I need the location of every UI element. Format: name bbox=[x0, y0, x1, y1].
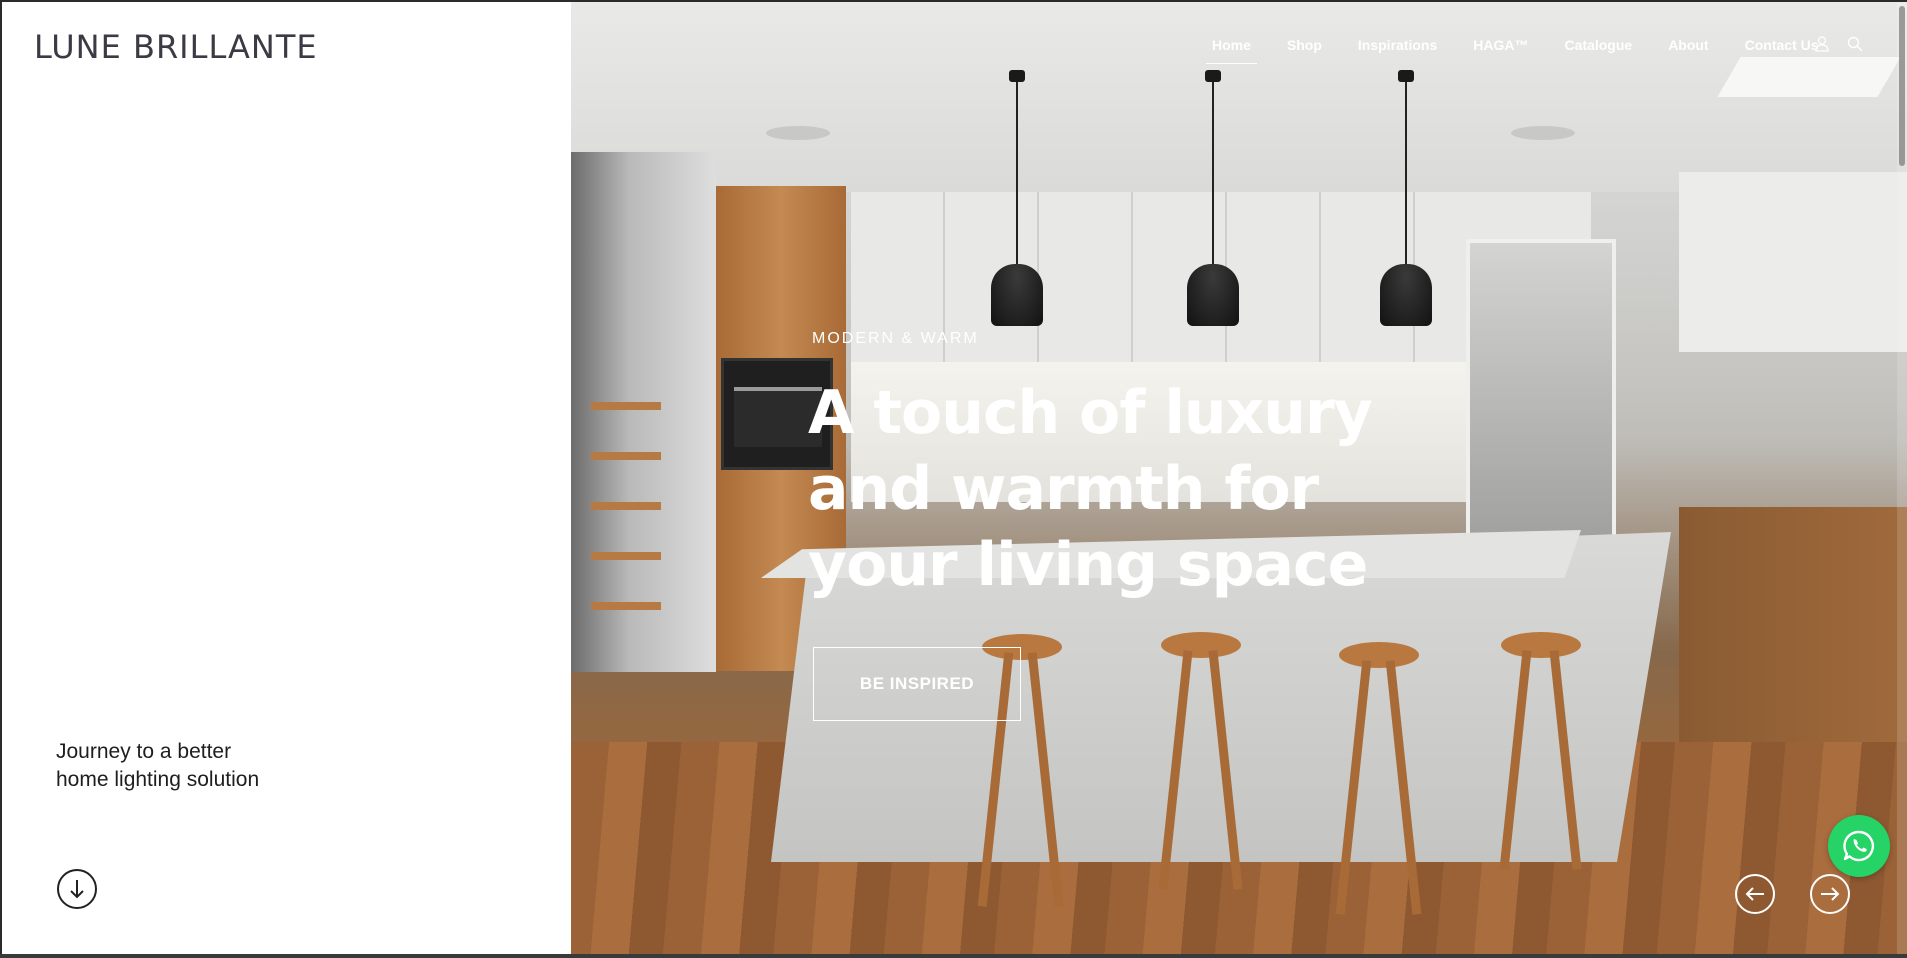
arrow-down-icon bbox=[70, 880, 84, 899]
whatsapp-chat-button[interactable] bbox=[1828, 815, 1890, 877]
pendant-cap bbox=[1398, 70, 1414, 82]
scrollbar-thumb[interactable] bbox=[1899, 6, 1905, 166]
main-nav: Home Shop Inspirations HAGA™ Catalogue A… bbox=[1194, 36, 1837, 64]
arrow-right-icon bbox=[1821, 887, 1840, 901]
arrow-left-icon bbox=[1745, 887, 1764, 901]
pendant-light bbox=[991, 264, 1043, 326]
hero-stair bbox=[591, 552, 661, 560]
window-bottom-edge bbox=[0, 954, 1907, 958]
tagline: Journey to a better home lighting soluti… bbox=[56, 740, 260, 791]
hero-ceiling bbox=[571, 2, 1907, 192]
scroll-down-button[interactable] bbox=[57, 869, 97, 909]
pendant-cap bbox=[1009, 70, 1025, 82]
hero-headline: A touch of luxury and warmth for your li… bbox=[808, 378, 1373, 600]
hero-right-cabinets bbox=[1679, 172, 1907, 352]
user-icon[interactable] bbox=[1812, 34, 1832, 54]
page: LUNE BRILLANTE Journey to a better home … bbox=[0, 0, 1907, 956]
hero-doorway bbox=[1466, 239, 1616, 569]
pendant-cord bbox=[1405, 74, 1407, 269]
nav-item-haga[interactable]: HAGA™ bbox=[1455, 36, 1546, 54]
nav-item-catalogue[interactable]: Catalogue bbox=[1547, 36, 1651, 54]
hero-skylight bbox=[1717, 57, 1901, 97]
left-panel: LUNE BRILLANTE Journey to a better home … bbox=[2, 2, 571, 956]
hero-wall bbox=[571, 152, 716, 672]
nav-item-home[interactable]: Home bbox=[1194, 36, 1269, 64]
pendant-cap bbox=[1205, 70, 1221, 82]
bar-stool bbox=[1339, 642, 1419, 668]
hero-stair bbox=[591, 602, 661, 610]
hero-stair bbox=[591, 402, 661, 410]
nav-item-inspirations[interactable]: Inspirations bbox=[1340, 36, 1455, 54]
hero-cabinet-line bbox=[1319, 192, 1321, 362]
hero-stair bbox=[591, 502, 661, 510]
hero-stair bbox=[591, 452, 661, 460]
slider-prev-button[interactable] bbox=[1735, 874, 1775, 914]
pendant-light bbox=[1187, 264, 1239, 326]
pendant-light bbox=[1380, 264, 1432, 326]
slider-next-button[interactable] bbox=[1810, 874, 1850, 914]
nav-item-about[interactable]: About bbox=[1650, 36, 1726, 54]
nav-item-shop[interactable]: Shop bbox=[1269, 36, 1340, 54]
be-inspired-button[interactable]: BE INSPIRED bbox=[813, 647, 1021, 721]
hero-eyebrow: MODERN & WARM bbox=[812, 330, 979, 347]
search-icon[interactable] bbox=[1845, 34, 1865, 54]
hero-cabinet-line bbox=[1131, 192, 1133, 362]
hero-downlight bbox=[766, 126, 830, 140]
bar-stool bbox=[1501, 632, 1581, 658]
bar-stool bbox=[1161, 632, 1241, 658]
page-scrollbar[interactable] bbox=[1897, 2, 1907, 956]
pendant-cord bbox=[1016, 74, 1018, 269]
pendant-cord bbox=[1212, 74, 1214, 269]
site-logo[interactable]: LUNE BRILLANTE bbox=[34, 28, 318, 66]
whatsapp-icon bbox=[1843, 830, 1875, 862]
hero-downlight bbox=[1511, 126, 1575, 140]
